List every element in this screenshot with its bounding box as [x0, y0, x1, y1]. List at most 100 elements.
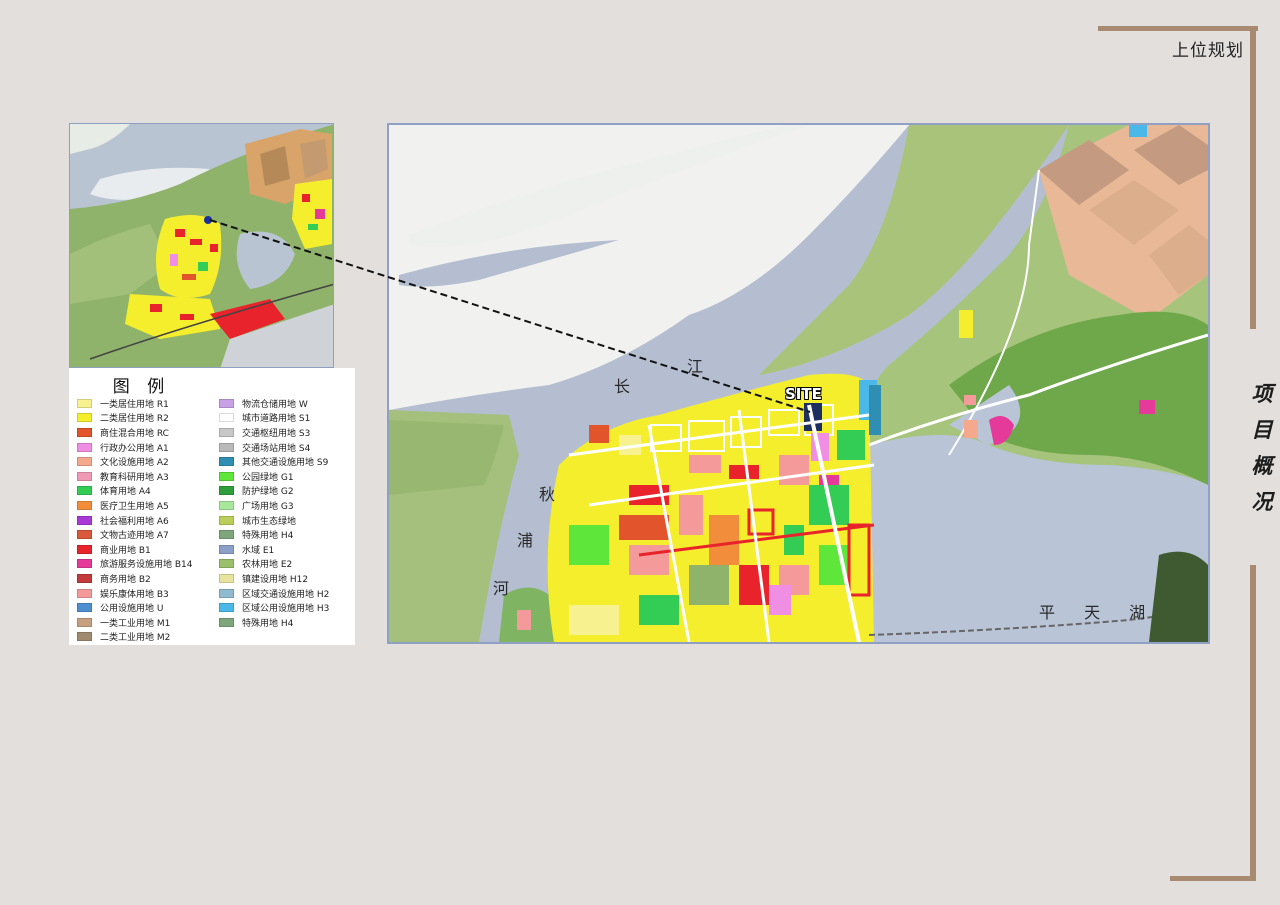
legend-item: 教育科研用地 A3	[77, 469, 193, 484]
lake-label: 平 天 湖	[1039, 603, 1158, 622]
legend-swatch	[219, 603, 234, 613]
legend-item: 娱乐康体用地 B3	[77, 586, 193, 601]
legend-item-label: 区域交通设施用地 H2	[242, 589, 330, 600]
legend-item: 特殊用地 H4	[219, 527, 329, 542]
legend-swatch	[219, 457, 234, 467]
legend-item: 商务用地 B2	[77, 571, 193, 586]
legend-item: 城市生态绿地	[219, 513, 329, 528]
side-title-char: 项	[1251, 381, 1273, 406]
legend-swatch	[219, 413, 234, 423]
legend-swatch	[77, 457, 92, 467]
legend-item-label: 文物古迹用地 A7	[100, 531, 169, 542]
legend-item: 特殊用地 H4	[219, 615, 329, 630]
legend-item: 文物古迹用地 A7	[77, 527, 193, 542]
legend-item-label: 教育科研用地 A3	[100, 472, 169, 483]
legend-item: 交通枢纽用地 S3	[219, 425, 329, 440]
legend-item: 农林用地 E2	[219, 557, 329, 572]
legend-swatch	[219, 427, 234, 437]
legend-item-label: 区域公用设施用地 H3	[242, 604, 330, 615]
legend-item-label: 商务用地 B2	[100, 574, 151, 585]
legend-item-label: 交通枢纽用地 S3	[242, 428, 311, 439]
side-title-char: 况	[1251, 489, 1273, 514]
legend-item-label: 公用设施用地 U	[100, 604, 164, 615]
side-section-title: 项 目 概 况	[1244, 378, 1280, 522]
legend-item: 二类工业用地 M2	[77, 630, 193, 645]
legend-item-label: 特殊用地 H4	[242, 531, 294, 542]
legend-item-label: 娱乐康体用地 B3	[100, 589, 169, 600]
legend-item-label: 一类工业用地 M1	[100, 618, 171, 629]
legend-item: 公用设施用地 U	[77, 600, 193, 615]
legend-column-left: 一类居住用地 R1 二类居住用地 R2 商住混合用地 RC 行政办公用地 A1 文化设施…	[77, 396, 193, 644]
legend-item-label: 公园绿地 G1	[242, 472, 294, 483]
legend-item: 二类居住用地 R2	[77, 411, 193, 426]
legend-item: 广场用地 G3	[219, 498, 329, 513]
river-label-qiupu-2: 浦	[517, 531, 534, 550]
legend-swatch	[77, 559, 92, 569]
legend-swatch	[219, 530, 234, 540]
legend-swatch	[77, 617, 92, 627]
legend-item: 水域 E1	[219, 542, 329, 557]
legend-item-label: 农林用地 E2	[242, 560, 293, 571]
legend-swatch	[77, 632, 92, 642]
frame-line-right-lower	[1250, 565, 1256, 881]
legend-item: 区域公用设施用地 H3	[219, 600, 329, 615]
legend-item: 其他交通设施用地 S9	[219, 454, 329, 469]
legend-swatch	[77, 530, 92, 540]
legend-swatch	[77, 573, 92, 583]
legend-swatch	[219, 442, 234, 452]
legend-item: 商业用地 B1	[77, 542, 193, 557]
legend-swatch	[77, 398, 92, 408]
legend-item-label: 旅游服务设施用地 B14	[100, 560, 193, 571]
legend-swatch	[219, 500, 234, 510]
legend-item-label: 二类工业用地 M2	[100, 633, 171, 644]
legend-item-label: 交通场站用地 S4	[242, 443, 311, 454]
legend-swatch	[219, 559, 234, 569]
legend-item-label: 文化设施用地 A2	[100, 458, 169, 469]
legend-item: 区域交通设施用地 H2	[219, 586, 329, 601]
legend-swatch	[77, 486, 92, 496]
legend-item: 社会福利用地 A6	[77, 513, 193, 528]
legend-swatch	[77, 588, 92, 598]
legend-item-label: 广场用地 G3	[242, 501, 294, 512]
map-legend: 图 例 一类居住用地 R1 二类居住用地 R2 商住混合用地 RC 行政办公用地 A1…	[69, 368, 355, 645]
legend-item-label: 城市道路用地 S1	[242, 414, 311, 425]
legend-item: 防护绿地 G2	[219, 484, 329, 499]
river-label-changjiang-2: 江	[687, 357, 704, 376]
legend-swatch	[77, 544, 92, 554]
legend-item: 镇建设用地 H12	[219, 571, 329, 586]
legend-item: 城市道路用地 S1	[219, 411, 329, 426]
legend-item-label: 医疗卫生用地 A5	[100, 501, 169, 512]
river-label-changjiang-1: 长	[614, 377, 631, 396]
legend-swatch	[219, 588, 234, 598]
legend-item: 旅游服务设施用地 B14	[77, 557, 193, 572]
frame-line-top	[1098, 26, 1258, 31]
legend-item: 行政办公用地 A1	[77, 440, 193, 455]
legend-item-label: 社会福利用地 A6	[100, 516, 169, 527]
legend-item-label: 商住混合用地 RC	[100, 428, 169, 439]
legend-item-label: 城市生态绿地	[242, 516, 297, 527]
legend-item-label: 特殊用地 H4	[242, 618, 294, 629]
overview-map	[69, 123, 334, 368]
legend-column-right: 物流仓储用地 W 城市道路用地 S1 交通枢纽用地 S3 交通场站用地 S4 其他交通设…	[219, 396, 329, 630]
river-label-qiupu-3: 河	[493, 579, 510, 598]
main-land-use-map: 长 江 秋 浦 河 平 天 湖 SITE	[387, 123, 1210, 644]
legend-swatch	[77, 500, 92, 510]
frame-line-bottom	[1170, 876, 1256, 881]
side-title-char: 目	[1251, 417, 1273, 442]
legend-swatch	[219, 471, 234, 481]
legend-swatch	[219, 573, 234, 583]
legend-swatch	[77, 603, 92, 613]
frame-line-right-upper	[1250, 26, 1256, 329]
legend-swatch	[77, 427, 92, 437]
legend-swatch	[77, 515, 92, 525]
legend-swatch	[77, 442, 92, 452]
legend-swatch	[219, 486, 234, 496]
legend-item-label: 体育用地 A4	[100, 487, 151, 498]
overview-map-graphic	[70, 124, 333, 367]
legend-item-label: 二类居住用地 R2	[100, 414, 169, 425]
legend-swatch	[219, 515, 234, 525]
legend-item: 商住混合用地 RC	[77, 425, 193, 440]
legend-item-label: 物流仓储用地 W	[242, 399, 308, 410]
legend-item: 文化设施用地 A2	[77, 454, 193, 469]
legend-title: 图 例	[69, 372, 214, 397]
